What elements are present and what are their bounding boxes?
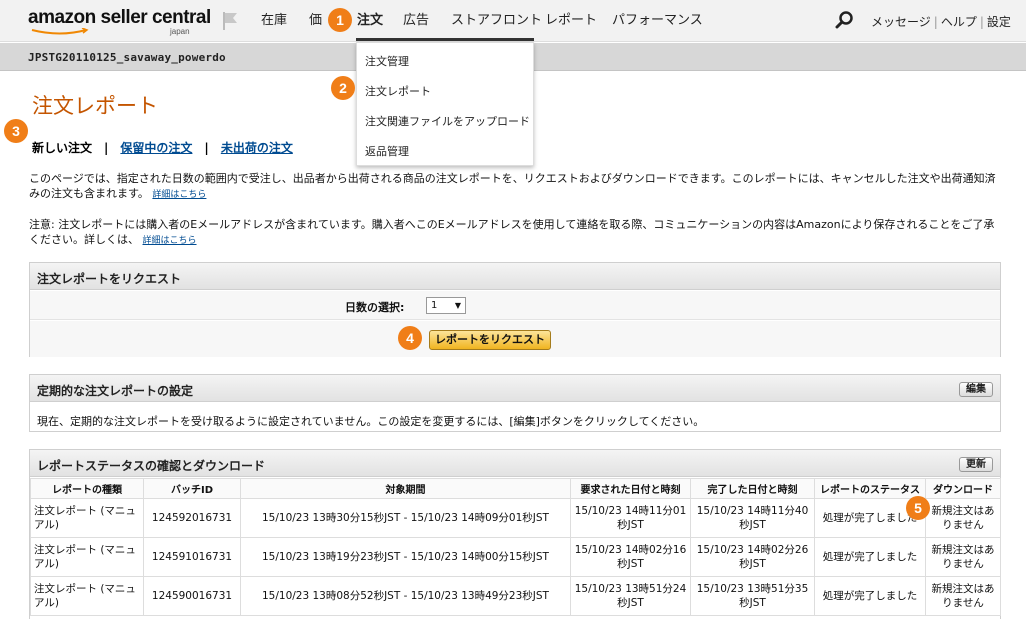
- panel-title: レポートステータスの確認とダウンロード: [37, 459, 266, 473]
- account-name: JPSTG20110125_savaway_powerdo: [28, 51, 226, 64]
- requested-at-cell: 15/10/23 14時11分01秒JST: [570, 498, 691, 538]
- nav-item-inventory[interactable]: 在庫: [261, 13, 287, 29]
- nav-item-performance[interactable]: パフォーマンス: [612, 13, 703, 29]
- column-header: ダウンロード: [925, 478, 1001, 499]
- flag-icon[interactable]: [220, 10, 240, 32]
- report-status-table: レポートの種類 バッチID 対象期間 要求された日付と時刻 完了した日付と時刻 …: [30, 478, 1001, 616]
- top-navigation: amazon seller central japan 在庫 価 注文 広告 ス…: [0, 0, 1026, 42]
- period-cell: 15/10/23 13時08分52秒JST - 15/10/23 13時49分2…: [240, 576, 571, 616]
- nav-item-pricing[interactable]: 価: [309, 13, 322, 29]
- callout-badge-2: 2: [331, 76, 355, 100]
- panel-header: レポートステータスの確認とダウンロード 更新: [30, 450, 1000, 477]
- days-select-value: 1: [431, 300, 438, 311]
- period-cell: 15/10/23 13時19分23秒JST - 15/10/23 14時00分1…: [240, 537, 571, 577]
- page-description: このページでは、指定された日数の範囲内で受注し、出品者から出荷される商品の注文レ…: [29, 171, 1004, 203]
- table-row: 注文レポート (マニュアル) 124591016731 15/10/23 13時…: [30, 537, 1001, 577]
- download-cell: 新規注文はありません: [925, 498, 1001, 538]
- callout-badge-5: 5: [906, 496, 930, 520]
- download-cell: 新規注文はありません: [925, 537, 1001, 577]
- link-divider: |: [979, 15, 984, 29]
- orders-dropdown-menu: 注文管理 注文レポート 注文関連ファイルをアップロード 返品管理: [356, 42, 534, 166]
- panel-title: 注文レポートをリクエスト: [37, 272, 182, 286]
- request-report-panel: 注文レポートをリクエスト 日数の選択: 1 ▼ レポートをリクエスト: [29, 262, 1001, 357]
- table-row: 注文レポート (マニュアル) 124590016731 15/10/23 13時…: [30, 576, 1001, 616]
- column-header: 要求された日付と時刻: [570, 478, 691, 499]
- link-divider: |: [933, 15, 938, 29]
- amazon-seller-central-logo[interactable]: amazon seller central japan: [28, 7, 211, 37]
- column-header: レポートのステータス: [814, 478, 926, 499]
- chevron-down-icon: ▼: [454, 301, 461, 310]
- table-header-row: レポートの種類 バッチID 対象期間 要求された日付と時刻 完了した日付と時刻 …: [30, 478, 1001, 499]
- nav-item-storefront[interactable]: ストアフロント: [451, 13, 542, 29]
- active-nav-indicator: [356, 38, 534, 41]
- status-cell: 処理が完了しました: [814, 576, 926, 616]
- batch-id-cell: 124591016731: [143, 537, 241, 577]
- panel-header: 定期的な注文レポートの設定 編集: [30, 375, 1000, 402]
- panel-title: 定期的な注文レポートの設定: [37, 384, 194, 398]
- tab-divider: |: [104, 141, 109, 155]
- download-cell: 新規注文はありません: [925, 576, 1001, 616]
- table-row: 注文レポート (マニュアル) 124592016731 15/10/23 13時…: [30, 498, 1001, 538]
- top-links: メッセージ | ヘルプ | 設定: [871, 13, 1011, 30]
- callout-badge-3: 3: [4, 119, 28, 143]
- tab-divider: |: [204, 141, 209, 155]
- requested-at-cell: 15/10/23 14時02分16秒JST: [570, 537, 691, 577]
- period-cell: 15/10/23 13時30分15秒JST - 15/10/23 14時09分0…: [240, 498, 571, 538]
- scheduled-report-panel: 定期的な注文レポートの設定 編集 現在、定期的な注文レポートを受け取るように設定…: [29, 374, 1001, 432]
- schedule-message: 現在、定期的な注文レポートを受け取るように設定されていません。この設定を変更する…: [37, 415, 705, 428]
- status-cell: 処理が完了しました: [814, 537, 926, 577]
- nav-item-advertising[interactable]: 広告: [403, 13, 429, 29]
- edit-button[interactable]: 編集: [959, 382, 993, 397]
- days-row: 日数の選択: 1 ▼: [30, 291, 1000, 320]
- report-type-cell: 注文レポート (マニュアル): [30, 576, 144, 616]
- logo-text: amazon seller central: [28, 7, 211, 28]
- completed-at-cell: 15/10/23 14時02分26秒JST: [690, 537, 815, 577]
- column-header: 完了した日付と時刻: [690, 478, 815, 499]
- request-report-button[interactable]: レポートをリクエスト: [429, 330, 551, 350]
- report-type-cell: 注文レポート (マニュアル): [30, 498, 144, 538]
- refresh-button[interactable]: 更新: [959, 457, 993, 472]
- tab-new-orders[interactable]: 新しい注文: [32, 141, 92, 155]
- days-select[interactable]: 1 ▼: [426, 297, 466, 314]
- column-header: 対象期間: [240, 478, 571, 499]
- panel-header: 注文レポートをリクエスト: [30, 263, 1000, 290]
- completed-at-cell: 15/10/23 13時51分35秒JST: [690, 576, 815, 616]
- menu-item-manage-returns[interactable]: 返品管理: [365, 143, 409, 159]
- completed-at-cell: 15/10/23 14時11分40秒JST: [690, 498, 815, 538]
- tab-unshipped-orders[interactable]: 未出荷の注文: [221, 141, 293, 155]
- logo-region: japan: [170, 27, 190, 36]
- menu-item-upload-order-files[interactable]: 注文関連ファイルをアップロード: [365, 113, 530, 129]
- report-type-cell: 注文レポート (マニュアル): [30, 537, 144, 577]
- requested-at-cell: 15/10/23 13時51分24秒JST: [570, 576, 691, 616]
- callout-badge-4: 4: [398, 326, 422, 350]
- tab-pending-orders[interactable]: 保留中の注文: [120, 141, 192, 155]
- report-status-panel: レポートステータスの確認とダウンロード 更新 レポートの種類 バッチID 対象期…: [29, 449, 1001, 619]
- settings-link[interactable]: 設定: [987, 15, 1011, 29]
- description-details-link[interactable]: 詳細はこちら: [152, 190, 206, 200]
- page-title: 注文レポート: [32, 94, 158, 118]
- menu-item-order-reports[interactable]: 注文レポート: [365, 83, 431, 99]
- column-header: バッチID: [143, 478, 241, 499]
- days-label: 日数の選択:: [345, 301, 405, 314]
- order-subtabs: 新しい注文 | 保留中の注文 | 未出荷の注文: [32, 139, 293, 156]
- note-details-link[interactable]: 詳細はこちら: [143, 236, 197, 246]
- batch-id-cell: 124590016731: [143, 576, 241, 616]
- email-note: 注意: 注文レポートには購入者のEメールアドレスが含まれています。購入者へこのE…: [29, 217, 1004, 249]
- batch-id-cell: 124592016731: [143, 498, 241, 538]
- help-link[interactable]: ヘルプ: [941, 15, 977, 29]
- nav-item-reports[interactable]: レポート: [545, 13, 597, 29]
- column-header: レポートの種類: [30, 478, 144, 499]
- search-icon[interactable]: [835, 10, 855, 30]
- messages-link[interactable]: メッセージ: [871, 15, 931, 29]
- nav-item-orders[interactable]: 注文: [357, 13, 383, 29]
- smile-icon: [31, 28, 89, 35]
- callout-badge-1: 1: [328, 8, 352, 32]
- menu-item-manage-orders[interactable]: 注文管理: [365, 53, 409, 69]
- request-button-row: レポートをリクエスト: [30, 321, 1000, 357]
